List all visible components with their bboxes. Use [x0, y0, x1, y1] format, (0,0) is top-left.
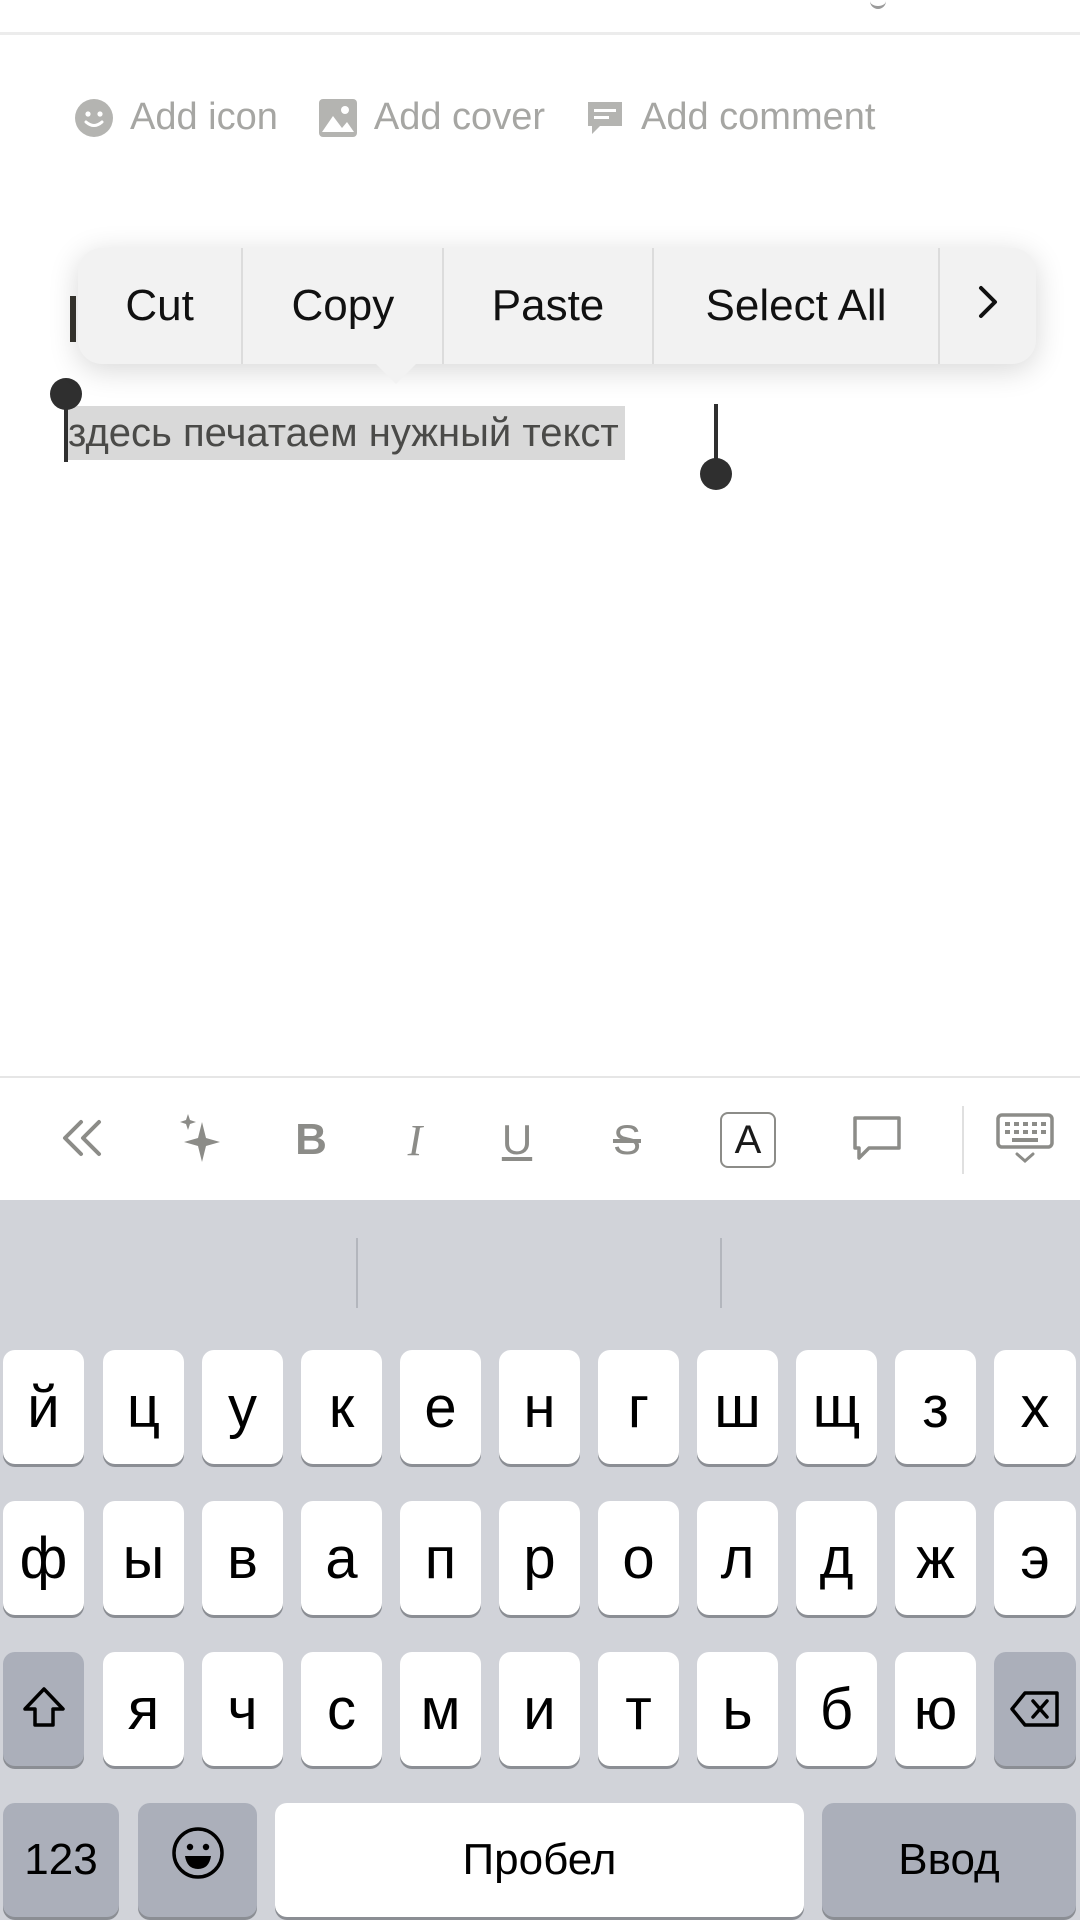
selection-end-bar	[714, 404, 718, 462]
top-bar-clipped-glyph	[870, 0, 886, 9]
key[interactable]: и	[499, 1652, 580, 1766]
italic-button[interactable]: I	[390, 1078, 440, 1202]
key[interactable]: э	[994, 1501, 1076, 1615]
key[interactable]: з	[895, 1350, 976, 1464]
key[interactable]: н	[499, 1350, 580, 1464]
italic-icon: I	[407, 1115, 423, 1165]
toolbar-divider	[962, 1106, 964, 1174]
cut-menu-item[interactable]: Cut	[78, 248, 244, 364]
selection-end-handle[interactable]	[700, 458, 732, 490]
hide-keyboard-button[interactable]	[994, 1078, 1056, 1202]
collapse-double-chevron-icon	[57, 1118, 105, 1163]
underline-button[interactable]: U	[492, 1078, 542, 1202]
collapse-toolbar-button[interactable]	[52, 1078, 110, 1202]
add-icon-label: Add icon	[130, 96, 278, 138]
key[interactable]: е	[400, 1350, 481, 1464]
title-text-cursor	[70, 296, 76, 342]
key[interactable]: т	[598, 1652, 679, 1766]
key[interactable]: в	[202, 1501, 283, 1615]
text-color-button[interactable]: A	[718, 1078, 778, 1202]
add-comment-toolbar-button[interactable]	[850, 1078, 904, 1202]
bold-button[interactable]: B	[286, 1078, 336, 1202]
space-key[interactable]: Пробел	[275, 1803, 804, 1917]
add-cover-button[interactable]: Add cover	[318, 96, 545, 139]
formatting-toolbar: B I U S A	[0, 1076, 1080, 1202]
text-color-icon: A	[720, 1112, 776, 1168]
key[interactable]: д	[796, 1501, 877, 1615]
add-icon-button[interactable]: Add icon	[74, 96, 278, 139]
page-actions-bar: Add icon Add cover Add comment	[74, 96, 875, 139]
key[interactable]: о	[598, 1501, 679, 1615]
key[interactable]: а	[301, 1501, 382, 1615]
return-key[interactable]: Ввод	[822, 1803, 1076, 1917]
key[interactable]: ь	[697, 1652, 778, 1766]
top-bar-divider	[0, 32, 1080, 35]
comment-bubble-icon	[851, 1114, 903, 1167]
paste-menu-item[interactable]: Paste	[444, 248, 654, 364]
key[interactable]: к	[301, 1350, 382, 1464]
key[interactable]: й	[3, 1350, 84, 1464]
key[interactable]: ф	[3, 1501, 84, 1615]
suggestion-divider	[720, 1238, 722, 1308]
edit-context-menu: Cut Copy Paste Select All	[78, 248, 1036, 364]
shift-icon	[21, 1676, 67, 1743]
suggestion-divider	[356, 1238, 358, 1308]
bold-icon: B	[295, 1115, 327, 1164]
backspace-icon	[1009, 1676, 1061, 1743]
keyboard: й ц у к е н г ш щ з х ф ы в а п р о л д …	[0, 1200, 1080, 1920]
underline-icon: U	[501, 1116, 533, 1163]
key[interactable]: м	[400, 1652, 481, 1766]
context-menu-pointer	[374, 362, 418, 384]
numbers-key[interactable]: 123	[3, 1803, 119, 1917]
key[interactable]: ц	[103, 1350, 184, 1464]
strikethrough-icon: S	[612, 1116, 641, 1163]
strikethrough-button[interactable]: S	[600, 1078, 654, 1202]
add-cover-label: Add cover	[373, 96, 545, 138]
selected-text-block[interactable]: здесь печатаем нужный текст	[66, 406, 625, 460]
more-menu-button[interactable]	[940, 248, 1036, 364]
key[interactable]: щ	[796, 1350, 877, 1464]
hide-keyboard-icon	[995, 1112, 1055, 1169]
key[interactable]: л	[697, 1501, 778, 1615]
emoji-icon	[170, 1825, 226, 1895]
smiley-icon	[74, 98, 114, 138]
key[interactable]: б	[796, 1652, 877, 1766]
selection-start-handle[interactable]	[50, 378, 82, 410]
ai-assist-button[interactable]	[170, 1078, 230, 1202]
key[interactable]: ч	[202, 1652, 283, 1766]
key[interactable]: р	[499, 1501, 580, 1615]
select-all-menu-item[interactable]: Select All	[654, 248, 941, 364]
selection-start-bar	[64, 404, 68, 462]
backspace-key[interactable]	[994, 1652, 1076, 1766]
add-comment-button[interactable]: Add comment	[585, 96, 875, 139]
key[interactable]: с	[301, 1652, 382, 1766]
key[interactable]: ш	[697, 1350, 778, 1464]
key[interactable]: ю	[895, 1652, 976, 1766]
key[interactable]: ы	[103, 1501, 184, 1615]
key[interactable]: п	[400, 1501, 481, 1615]
key[interactable]: я	[103, 1652, 184, 1766]
chevron-right-icon	[976, 281, 1000, 331]
copy-menu-item[interactable]: Copy	[243, 248, 445, 364]
key[interactable]: х	[994, 1350, 1076, 1464]
key[interactable]: г	[598, 1350, 679, 1464]
shift-key[interactable]	[3, 1652, 84, 1766]
emoji-key[interactable]	[138, 1803, 257, 1917]
key[interactable]: у	[202, 1350, 283, 1464]
key[interactable]: ж	[895, 1501, 976, 1615]
comment-icon	[585, 98, 625, 138]
ai-sparkle-icon	[176, 1112, 224, 1169]
image-icon	[318, 98, 358, 138]
add-comment-label: Add comment	[640, 96, 876, 138]
